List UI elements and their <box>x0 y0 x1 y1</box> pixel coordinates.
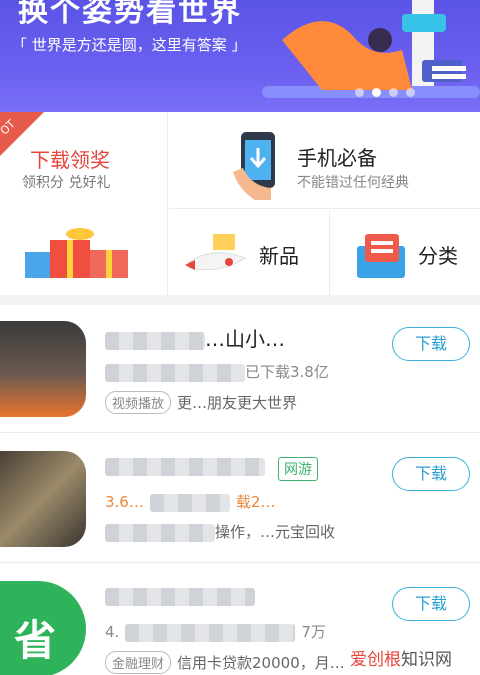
app-icon <box>0 451 86 547</box>
app-download-count: 4. 7万 <box>105 623 326 642</box>
phone-essentials-card[interactable]: 手机必备 不能错过任何经典 <box>169 112 480 209</box>
app-description: 操作，…元宝回收 <box>105 521 335 542</box>
blurred-text <box>105 457 265 476</box>
rocket-icon <box>185 234 247 271</box>
blurred-text <box>105 587 255 606</box>
download-reward-card[interactable]: OT 下载领奖 领积分 兑好礼 <box>0 112 168 295</box>
app-name <box>105 453 265 477</box>
download-reward-title: 下载领奖 <box>30 148 110 172</box>
category-label: 分类 <box>418 244 458 268</box>
gift-icon <box>25 228 128 278</box>
banner-dot[interactable] <box>355 88 364 97</box>
blurred-text <box>125 623 296 642</box>
feature-grid: OT 下载领奖 领积分 兑好礼 手机必备 不能错过任何经典 新品 分类 <box>0 112 480 295</box>
phone-essentials-title: 手机必备 <box>297 146 377 170</box>
category-tag: 金融理财 <box>105 651 172 674</box>
banner-dot-active[interactable] <box>372 88 381 97</box>
banner-dot[interactable] <box>406 88 415 97</box>
banner-pagination[interactable] <box>355 88 415 97</box>
online-game-badge: 网游 <box>278 457 318 481</box>
app-icon: 省 <box>0 581 86 675</box>
blurred-text <box>105 331 205 350</box>
download-button[interactable]: 下载 <box>392 457 470 491</box>
category-card[interactable]: 分类 <box>331 210 480 295</box>
download-reward-subtitle: 领积分 兑好礼 <box>22 175 111 191</box>
banner-subtitle: 「 世界是方还是圆，这里有答案 」 <box>12 36 247 54</box>
app-name: …山小… <box>105 323 285 352</box>
new-apps-card[interactable]: 新品 <box>169 210 330 295</box>
watermark: 爱创根知识网 <box>346 645 456 670</box>
download-button[interactable]: 下载 <box>392 587 470 621</box>
app-name <box>105 583 255 607</box>
blurred-text <box>105 363 245 382</box>
top-banner[interactable]: 换个姿势看世界 「 世界是方还是圆，这里有答案 」 <box>0 0 480 112</box>
banner-dot[interactable] <box>389 88 398 97</box>
category-tag: 视频播放 <box>105 391 172 414</box>
list-item[interactable]: …山小… 已下载3.8亿 视频播放 更…朋友更大世界 下载 <box>0 305 480 433</box>
app-list: …山小… 已下载3.8亿 视频播放 更…朋友更大世界 下载 网游 3.6… 载2… … <box>0 305 480 675</box>
new-apps-label: 新品 <box>259 244 299 268</box>
app-download-count: 已下载3.8亿 <box>105 361 329 382</box>
phone-download-icon <box>233 132 275 200</box>
blurred-text <box>149 493 230 512</box>
banner-title: 换个姿势看世界 <box>18 0 242 29</box>
phone-essentials-subtitle: 不能错过任何经典 <box>297 175 409 191</box>
app-icon-glyph: 省 <box>14 616 57 665</box>
app-description: 视频播放 更…朋友更大世界 <box>105 391 297 414</box>
blurred-text <box>105 523 215 542</box>
app-description: 金融理财 信用卡贷款20000，月… <box>105 651 345 674</box>
list-item[interactable]: 网游 3.6… 载2… 操作，…元宝回收 下载 <box>0 435 480 563</box>
download-button[interactable]: 下载 <box>392 327 470 361</box>
category-icon <box>357 234 405 278</box>
app-download-count: 3.6… 载2… <box>105 493 276 512</box>
app-icon <box>0 321 86 417</box>
